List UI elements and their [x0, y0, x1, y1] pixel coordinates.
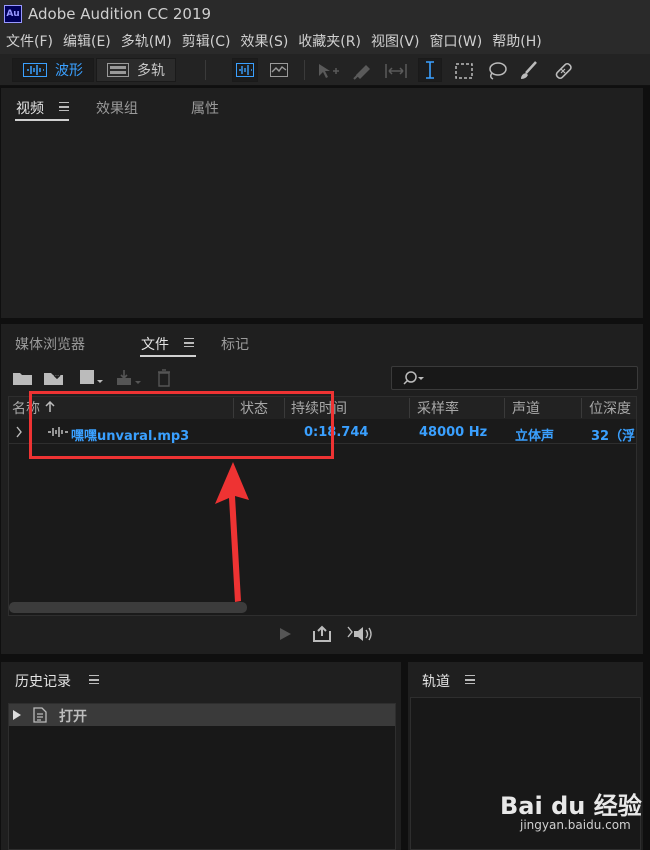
toolbar-separator [205, 60, 206, 80]
waveform-label: 波形 [55, 63, 83, 79]
pitch-display-icon [270, 63, 288, 77]
pitch-display-button[interactable] [266, 58, 292, 82]
slip-tool-icon[interactable] [384, 62, 408, 80]
waveform-display-icon [236, 63, 254, 77]
watermark-url: jingyan.baidu.com [520, 818, 631, 832]
window-title: Adobe Audition CC 2019 [28, 5, 212, 23]
column-header-bit-depth[interactable]: 位深度 [589, 398, 636, 418]
panel-menu-icon[interactable] [465, 675, 475, 684]
tab-markers[interactable]: 标记 [221, 334, 249, 354]
watermark-brand: Bai du 经验 [500, 792, 642, 820]
toolbar-separator [304, 60, 305, 80]
active-tab-indicator [140, 355, 196, 357]
column-divider [409, 398, 410, 418]
history-item-label: 打开 [59, 709, 87, 725]
brush-selection-icon[interactable] [518, 60, 540, 82]
menu-file[interactable]: 文件(F) [6, 30, 53, 54]
time-selection-icon [426, 61, 434, 79]
tracks-panel-title[interactable]: 轨道 [422, 671, 450, 691]
lasso-selection-icon[interactable] [486, 61, 508, 81]
open-file-icon[interactable] [12, 369, 34, 387]
menu-bar: 文件(F) 编辑(E) 多轨(M) 剪辑(C) 效果(S) 收藏夹(R) 视图(… [0, 30, 650, 54]
tab-effects-rack[interactable]: 效果组 [96, 98, 138, 118]
search-input[interactable] [391, 366, 638, 390]
menu-view[interactable]: 视图(V) [371, 30, 420, 54]
loop-icon[interactable] [312, 625, 332, 643]
multitrack-label: 多轨 [137, 63, 165, 79]
toolbar: 波形 多轨 [0, 54, 650, 86]
waveform-view-button[interactable]: 波形 [12, 58, 94, 82]
file-bit-depth: 32（浮 [591, 429, 636, 444]
panel-menu-icon[interactable] [89, 675, 99, 684]
tab-video[interactable]: 视频 [16, 98, 44, 118]
list-item[interactable]: 打开 [9, 704, 395, 726]
column-divider [581, 398, 582, 418]
menu-multitrack[interactable]: 多轨(M) [121, 30, 172, 54]
video-panel: 视频 效果组 属性 [1, 88, 643, 318]
audition-logo-icon: Au [4, 5, 22, 23]
tab-properties[interactable]: 属性 [191, 98, 219, 118]
tab-media-browser[interactable]: 媒体浏览器 [15, 334, 85, 354]
spectral-display-button[interactable] [232, 58, 258, 82]
annotation-highlight-box [29, 391, 334, 459]
menu-window[interactable]: 窗口(W) [429, 30, 482, 54]
multitrack-view-button[interactable]: 多轨 [96, 58, 176, 82]
time-selection-tool-button[interactable] [418, 58, 442, 82]
razor-tool-icon[interactable] [352, 61, 374, 81]
spot-healing-icon[interactable] [552, 60, 574, 82]
column-divider [504, 398, 505, 418]
file-sample-rate: 48000 Hz [419, 425, 488, 440]
tab-files[interactable]: 文件 [141, 334, 169, 354]
title-bar: Au Adobe Audition CC 2019 [0, 0, 650, 30]
new-file-icon[interactable] [78, 368, 104, 388]
file-channels: 立体声 [515, 429, 555, 444]
menu-effects[interactable]: 效果(S) [240, 30, 288, 54]
marquee-selection-icon[interactable] [454, 62, 474, 80]
active-tab-indicator [15, 119, 69, 121]
import-file-icon[interactable] [43, 368, 69, 388]
column-header-sample-rate[interactable]: 采样率 [417, 398, 459, 418]
menu-favorites[interactable]: 收藏夹(R) [298, 30, 361, 54]
waveform-icon [23, 63, 47, 77]
open-document-icon [33, 707, 47, 723]
move-tool-icon[interactable] [316, 62, 340, 80]
panel-menu-icon[interactable] [59, 102, 69, 111]
history-panel-title[interactable]: 历史记录 [15, 671, 71, 691]
delete-icon [158, 369, 170, 387]
multitrack-icon [107, 63, 129, 77]
search-icon [403, 371, 424, 385]
menu-clip[interactable]: 剪辑(C) [182, 30, 231, 54]
current-state-marker-icon [13, 710, 21, 720]
menu-edit[interactable]: 编辑(E) [63, 30, 111, 54]
annotation-arrow-icon [215, 462, 249, 602]
chevron-right-icon[interactable] [15, 426, 23, 438]
column-header-channels[interactable]: 声道 [512, 398, 540, 418]
autoplay-volume-icon[interactable] [346, 625, 374, 643]
insert-into-multitrack-icon [117, 370, 141, 385]
play-icon[interactable] [278, 627, 292, 641]
menu-help[interactable]: 帮助(H) [492, 30, 541, 54]
panel-menu-icon[interactable] [184, 338, 194, 347]
